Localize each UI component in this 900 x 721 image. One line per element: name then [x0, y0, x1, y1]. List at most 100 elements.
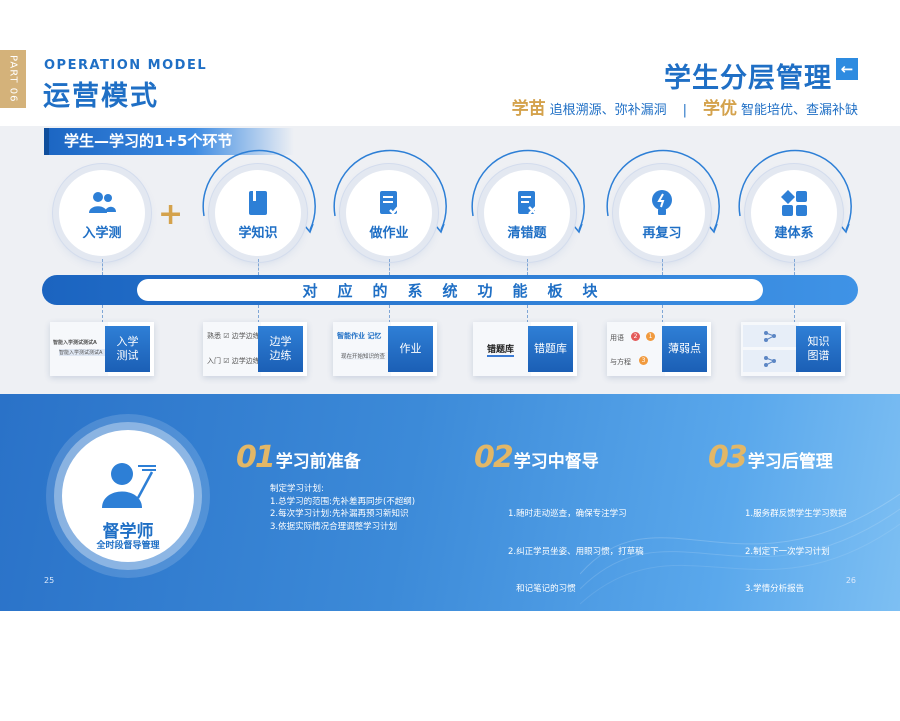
stage-line: 4.关注学员是否按照流程走 — [508, 659, 610, 669]
card-screenshot: 错题库 — [473, 322, 531, 376]
page-number-right: 26 — [845, 576, 856, 585]
subtitle-line: 学苗 追根溯源、弥补漏洞 | 学优 智能培优、查漏补缺 — [512, 94, 858, 119]
stage-line: 2.纠正学员坐姿、用眼习惯，打草稿 — [508, 546, 644, 557]
node-review[interactable]: 再复习 — [619, 170, 705, 256]
stage-header: 03 学习后管理 — [708, 440, 833, 475]
system-bar-label-box: 对应的系统功能板块 — [137, 279, 763, 301]
shot-line: 入门 ☑ 边学边练 — [207, 357, 260, 365]
page-number-left: 25 — [44, 576, 55, 585]
card-screenshot: 智能作业 记忆 现在开始知识的查 — [333, 322, 391, 376]
stage-line: 或特殊安排 — [745, 659, 796, 669]
shot-line: 用语 — [610, 334, 624, 342]
tag-line: 边练 — [269, 349, 292, 362]
stage-title: 学习后管理 — [747, 452, 833, 472]
left-arrow-icon[interactable]: ← — [836, 58, 858, 80]
error-clear-icon — [518, 191, 537, 215]
card-screenshot: 用语 2 1 与方程 3 — [607, 322, 665, 376]
stage-number: 03 — [708, 440, 748, 475]
card-tag: 薄弱点 — [662, 326, 707, 372]
card-tag: 作业 — [388, 326, 433, 372]
stage-line: 3.学情分析报告 — [745, 584, 805, 594]
book-icon — [249, 191, 267, 215]
card-learn-practice[interactable]: 熟悉 ☑ 边学边练 入门 ☑ 边学边练 边学 边练 — [203, 322, 307, 376]
card-tag: 知识 图谱 — [796, 326, 841, 372]
tag-line: 边学 — [269, 334, 292, 348]
stage-line: 1.总学习的范围:先补差再同步(不超纲) — [270, 496, 416, 507]
connector — [389, 259, 390, 275]
tag-line: 作业 — [399, 341, 422, 355]
stage-line: 2.每次学习计划:先补漏再预习新知识 — [270, 509, 409, 519]
node-label: 学知识 — [238, 226, 278, 241]
stage-title: 学习中督导 — [513, 452, 599, 472]
shot-line: 与方程 — [610, 358, 631, 366]
connector — [102, 305, 103, 323]
graph-node-icon — [764, 356, 776, 367]
connector — [794, 259, 795, 275]
sub-separator: | — [682, 103, 687, 118]
shot-line: 智能入学测试测试A — [59, 349, 107, 356]
stage-line: 1.随时走动巡查，确保专注学习 — [508, 509, 627, 519]
connector — [662, 305, 663, 323]
node-label: 清错题 — [507, 226, 547, 241]
node-entrance-test[interactable]: 入学测 — [59, 170, 145, 256]
shot-line: 熟悉 ☑ 边学边练 — [207, 332, 260, 340]
badge: 3 — [639, 356, 648, 365]
tag-line: 入学 — [116, 334, 139, 348]
connector — [662, 259, 663, 275]
english-title: OPERATION MODEL — [44, 58, 208, 73]
node-label: 入学测 — [82, 226, 122, 241]
stage-line: 3.依据实际情况合理调整学习计划 — [270, 521, 398, 532]
stage-line: 5.视频或拍照记录学习日常 — [508, 696, 610, 707]
tag-line: 错题库 — [534, 341, 567, 355]
connector — [527, 259, 528, 275]
tag-line: 测试 — [116, 349, 139, 362]
shot-line: 智能作业 记忆 — [337, 332, 382, 340]
plus-sign: + — [158, 197, 184, 232]
homework-icon — [380, 191, 401, 215]
stage-title: 学习前准备 — [275, 452, 361, 472]
main-title: 学生分层管理 — [664, 63, 832, 94]
shot-line: 智能入学测试测试A — [53, 340, 97, 346]
node-learn-knowledge[interactable]: 学知识 — [215, 170, 301, 256]
connector — [389, 305, 390, 323]
stage-line: 3.在必要时，对学生进行心理辅导 — [508, 621, 636, 632]
stage-body: 1.服务群反馈学生学习数据 2.制定下一次学习计划 3.学情分析报告 4.和家长… — [745, 483, 847, 683]
stage-header: 02 学习中督导 — [474, 440, 599, 475]
connector — [258, 305, 259, 323]
node-homework[interactable]: 做作业 — [346, 170, 432, 256]
teacher-icon — [102, 463, 156, 508]
part-tab: PART 06 — [0, 50, 26, 108]
card-weak-points[interactable]: 用语 2 1 与方程 3 薄弱点 — [607, 322, 711, 376]
stage-line: 2.制定下一次学习计划 — [745, 546, 830, 557]
card-tag: 入学 测试 — [105, 326, 150, 372]
stage-body: 制定学习计划: 1.总学习的范围:先补差再同步(不超纲) 2.每次学习计划:先补… — [270, 483, 415, 533]
stage-header: 01 学习前准备 — [236, 440, 361, 475]
connector — [102, 259, 103, 275]
node-build-system[interactable]: 建体系 — [751, 170, 837, 256]
tag-line: 知识 — [807, 334, 830, 348]
chinese-title: 运营模式 — [43, 81, 159, 112]
badge: 2 — [631, 332, 640, 341]
card-entrance-test[interactable]: 智能入学测试测试A 智能入学测试测试A 入学 测试 — [50, 322, 154, 376]
card-screenshot: 智能入学测试测试A 智能入学测试测试A — [50, 322, 108, 376]
blocks-icon — [781, 190, 807, 216]
stage-line: 和记笔记的习惯 — [508, 584, 576, 594]
card-knowledge-map[interactable]: 知识 图谱 — [741, 322, 845, 376]
tag-line: 图谱 — [807, 349, 830, 362]
sub-b-key: 学优 — [702, 99, 737, 119]
card-tag: 边学 边练 — [258, 326, 303, 372]
node-label: 建体系 — [774, 226, 814, 241]
card-error-bank[interactable]: 错题库 错题库 — [473, 322, 577, 376]
node-clear-errors[interactable]: 清错题 — [484, 170, 570, 256]
stage-body: 1.随时走动巡查，确保专注学习 2.纠正学员坐姿、用眼习惯，打草稿 和记笔记的习… — [508, 483, 644, 721]
sub-a-text: 追根溯源、弥补漏洞 — [549, 103, 667, 118]
shot-line: 错题库 — [487, 342, 515, 357]
connector — [527, 305, 528, 323]
stage-number: 02 — [474, 440, 514, 475]
users-icon — [89, 192, 116, 213]
shot-line: 现在开始知识的查 — [341, 352, 391, 360]
stage-line: 制定学习计划: — [270, 484, 324, 494]
supervisor-subtitle: 全时段督导管理 — [96, 541, 160, 551]
connector — [258, 259, 259, 275]
card-homework[interactable]: 智能作业 记忆 现在开始知识的查 作业 — [333, 322, 437, 376]
